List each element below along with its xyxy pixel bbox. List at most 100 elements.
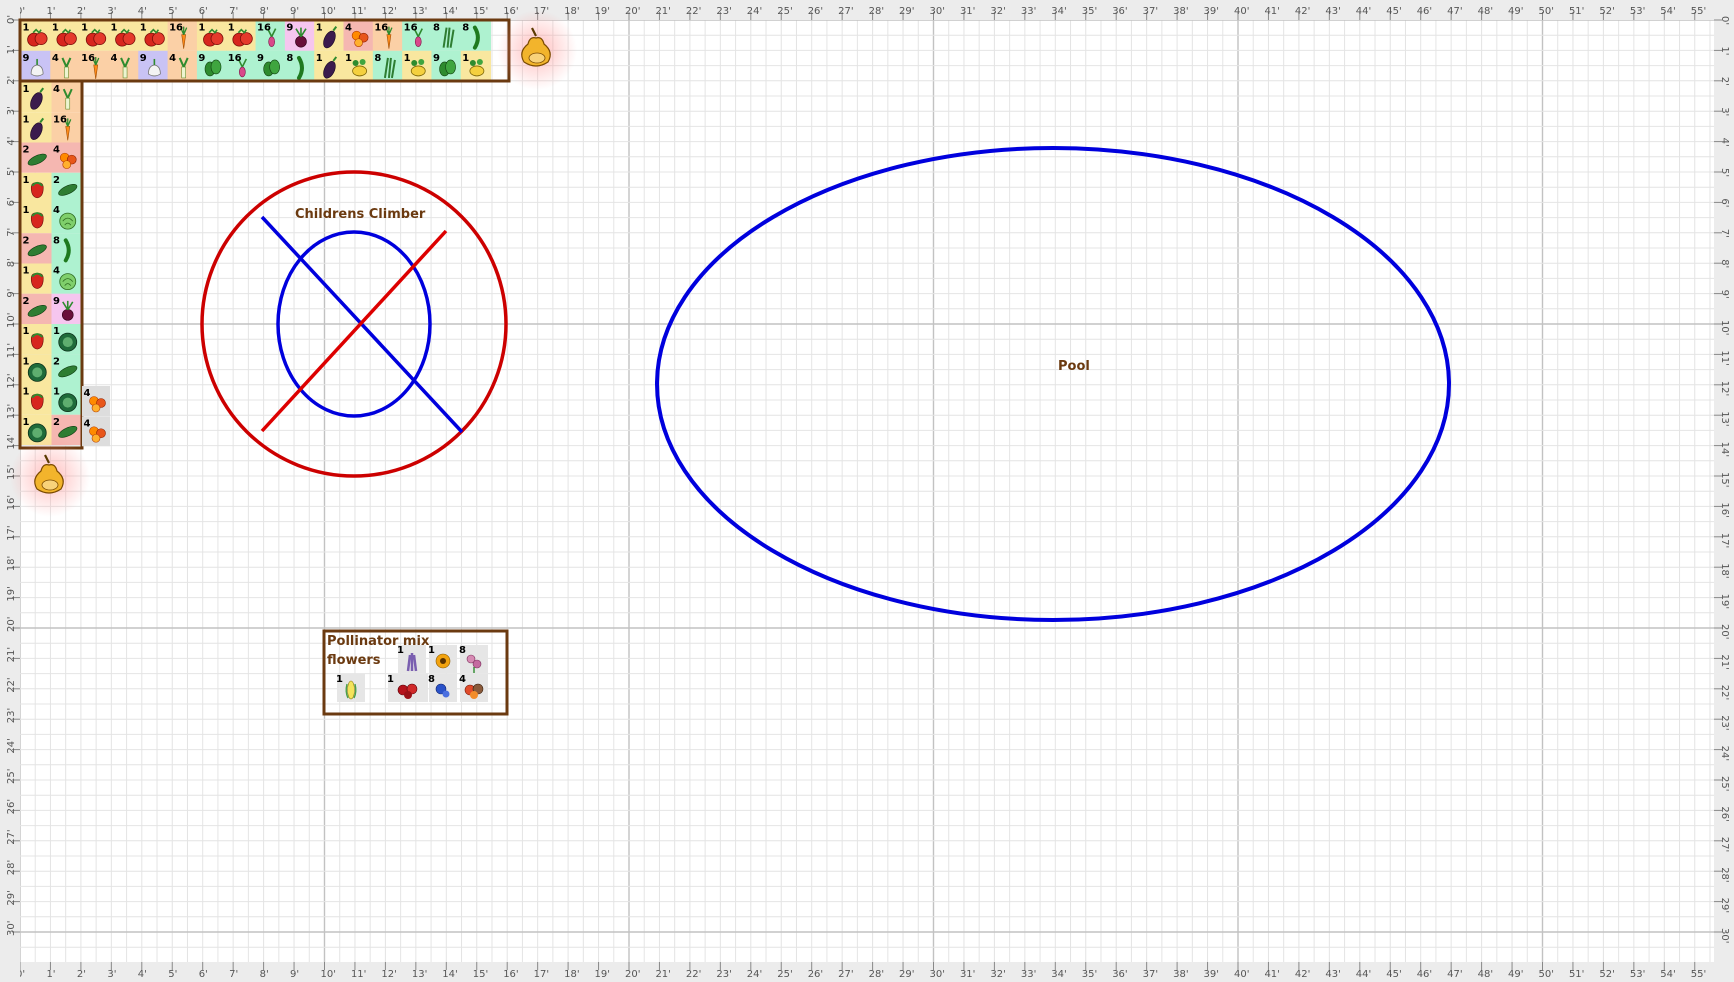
plant-count: 2 [53, 417, 60, 428]
plant-cell-beet[interactable]: 9 [51, 293, 83, 324]
plant-cell-leek[interactable]: 4 [167, 50, 198, 82]
plant-cell-lavender[interactable]: 1 [397, 645, 426, 673]
plant-count: 4 [53, 205, 60, 216]
plant-count: 9 [140, 53, 147, 64]
pepper-icon [30, 393, 44, 410]
plant-cell-carrot[interactable]: 16 [79, 50, 110, 82]
garden-planner-canvas[interactable]: 0' 1' 2' 3' 4' 5' 6' 7' 8' 9' 10' 11' 12' 13' 14' 15' 16… [0, 0, 1734, 982]
ruler-bottom-label: 23' [716, 969, 731, 980]
plant-count: 4 [84, 418, 91, 429]
pool[interactable]: Pool [655, 146, 1451, 622]
ruler-top-label: 34' [1051, 6, 1066, 17]
plant-cell-leek[interactable]: 4 [51, 82, 83, 113]
plant-cell-garlic[interactable]: 9 [138, 50, 169, 82]
plant-cell-cucumber[interactable]: 2 [21, 293, 52, 324]
plant-cell-cornflower[interactable]: 8 [428, 674, 457, 702]
ruler-right-label: 7' [1719, 229, 1730, 238]
lettuce-icon [59, 273, 77, 291]
plant-cell-eggplant[interactable]: 1 [21, 112, 52, 143]
plant-cell-marigold[interactable]: 4 [82, 386, 110, 416]
plant-cell-eggplant[interactable]: 1 [21, 82, 52, 113]
plant-cell-tomato[interactable]: 1 [138, 20, 169, 51]
plant-cell-tomato[interactable]: 1 [196, 20, 228, 51]
plant-cell-eggplant[interactable]: 1 [314, 20, 345, 51]
plant-cell-garlic[interactable]: 9 [21, 50, 52, 82]
plant-cell-squash[interactable]: 1 [402, 50, 433, 82]
sunflower-icon [435, 653, 451, 669]
plant-cell-radish[interactable]: 16 [255, 20, 286, 51]
ruler-top-label: 2' [77, 6, 86, 17]
plant-cell-cucumber[interactable]: 2 [51, 172, 83, 203]
plant-cell-cucumber[interactable]: 2 [51, 354, 83, 385]
plant-cell-spinach[interactable]: 9 [431, 50, 462, 82]
plant-cell-cabbage[interactable]: 1 [51, 324, 83, 355]
plant-cell-bean[interactable]: 8 [460, 20, 491, 51]
plant-cell-cucumber[interactable]: 2 [21, 233, 52, 264]
plant-cell-leek[interactable]: 4 [108, 50, 140, 82]
plant-cell-radish[interactable]: 16 [226, 50, 257, 82]
plant-cell-leek[interactable]: 4 [50, 50, 81, 82]
plant-cell-bean[interactable]: 8 [51, 233, 83, 264]
ruler-right-label: 15' [1719, 472, 1730, 487]
plant-cell-pepper[interactable]: 1 [21, 263, 52, 294]
plant-cell-eggplant[interactable]: 1 [314, 50, 345, 82]
pepper-icon [30, 333, 44, 350]
ruler-bottom-label: 41' [1264, 969, 1279, 980]
plant-cell-sunflower[interactable]: 1 [428, 645, 457, 673]
plant-cell-pepper[interactable]: 1 [21, 324, 52, 355]
ruler-top-label: 22' [686, 6, 701, 17]
plant-cell-tomato[interactable]: 1 [226, 20, 257, 51]
plant-cell-corn[interactable]: 1 [336, 674, 365, 702]
plant-cell-tomato[interactable]: 1 [108, 20, 140, 51]
plant-cell-pepper[interactable]: 1 [21, 384, 52, 415]
plant-cell-onion[interactable]: 8 [431, 20, 462, 51]
ruler-top-label: 52' [1599, 6, 1614, 17]
plant-cell-squash[interactable]: 1 [343, 50, 374, 82]
plant-count: 4 [53, 84, 60, 95]
plant-cell-cucumber[interactable]: 2 [21, 142, 52, 173]
ruler-left-label: 26' [6, 799, 17, 814]
ruler-bottom-label: 51' [1569, 969, 1584, 980]
plant-cell-spinach[interactable]: 9 [196, 50, 228, 82]
plant-cell-spinach[interactable]: 9 [255, 50, 286, 82]
ruler-top-label: 15' [473, 6, 488, 17]
plant-cell-cabbage[interactable]: 1 [21, 354, 52, 385]
plant-cell-beet[interactable]: 9 [284, 20, 316, 51]
ruler-bottom-label: 17' [534, 969, 549, 980]
ruler-right-label: 13' [1719, 411, 1730, 426]
ruler-left-label: 0' [6, 15, 17, 24]
plant-cell-marigold[interactable]: 4 [343, 20, 374, 51]
butternut-squash-icon[interactable] [10, 437, 90, 517]
ruler-bottom-label: 46' [1417, 969, 1432, 980]
ruler-right-label: 14' [1719, 442, 1730, 457]
plant-cell-marigold[interactable]: 4 [82, 416, 110, 447]
plant-cell-tomato[interactable]: 1 [50, 20, 81, 51]
plant-cell-bean[interactable]: 8 [284, 50, 316, 82]
ruler-left-label: 16' [6, 495, 17, 510]
plant-cell-zinnia[interactable]: 4 [459, 674, 488, 702]
plant-cell-lettuce[interactable]: 4 [51, 203, 83, 234]
climber-label: Childrens Climber [295, 207, 426, 222]
plant-cell-poppy[interactable]: 1 [387, 674, 428, 702]
plant-count: 1 [52, 23, 59, 34]
plant-count: 16 [257, 23, 271, 34]
plant-cell-radish[interactable]: 16 [402, 20, 433, 51]
plant-cell-cabbage[interactable]: 1 [51, 384, 83, 415]
butternut-squash-icon[interactable] [497, 10, 577, 90]
plant-cell-tomato[interactable]: 1 [79, 20, 110, 51]
top-bed[interactable]: 1 1 1 1 1 16 1 1 16 9 1 4 16 16 8 8 9 4 16 4 9 4 9 16 9 8 1 1 8 1 9 1 [18, 18, 511, 83]
ruler-top-label: 47' [1447, 6, 1462, 17]
plant-cell-carrot[interactable]: 16 [167, 20, 198, 51]
plant-cell-pepper[interactable]: 1 [21, 172, 52, 203]
plant-count: 1 [387, 674, 394, 685]
plant-cell-tomato[interactable]: 1 [21, 20, 52, 51]
plant-cell-lettuce[interactable]: 4 [51, 263, 83, 294]
plant-cell-carrot[interactable]: 16 [372, 20, 404, 51]
plant-cell-carrot[interactable]: 16 [51, 112, 83, 143]
plant-cell-squash[interactable]: 1 [460, 50, 491, 82]
plant-cell-onion[interactable]: 8 [372, 50, 404, 82]
vegetable-beds[interactable]: 1 1 1 1 1 16 1 1 16 9 1 4 16 16 8 89 4 16 4 9 4 9 16 9 8 1 1 8 1 9 111… [18, 18, 511, 450]
plant-cell-cosmos[interactable]: 8 [459, 645, 488, 673]
plant-cell-marigold[interactable]: 4 [51, 142, 83, 173]
plant-cell-pepper[interactable]: 1 [21, 203, 52, 234]
